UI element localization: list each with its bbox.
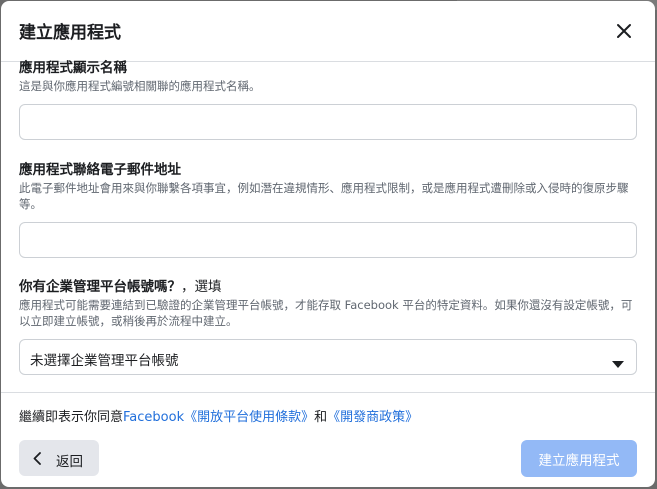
contact-email-section: 應用程式聯絡電子郵件地址 此電子郵件地址會用來與你聯繫各項事宜，例如潛在違規情形… [19, 161, 637, 258]
dialog-title: 建立應用程式 [19, 23, 121, 43]
display-name-label: 應用程式顯示名稱 [19, 60, 127, 76]
back-button[interactable]: 返回 [19, 440, 99, 476]
footer-divider [1, 392, 655, 393]
contact-email-input[interactable] [20, 223, 636, 257]
business-account-section: 你有企業管理平台帳號嗎？，選填 應用程式可能需要連結到已驗證的企業管理平台帳號，… [19, 278, 637, 375]
business-account-selected: 未選擇企業管理平台帳號 [30, 353, 179, 369]
terms-and: 和 [314, 410, 328, 425]
platform-terms-link[interactable]: Facebook《開放平台使用條款》 [123, 410, 314, 425]
business-account-select[interactable]: 未選擇企業管理平台帳號 [19, 339, 637, 375]
back-button-label: 返回 [56, 454, 83, 470]
terms-text: 繼續即表示你同意Facebook《開放平台使用條款》和《開發商政策》 [19, 406, 418, 425]
chevron-left-icon [33, 452, 41, 469]
optional-tag: ，選填 [181, 279, 222, 295]
business-account-question: 你有企業管理平台帳號嗎？ [19, 279, 181, 295]
contact-email-field[interactable] [19, 222, 637, 258]
create-app-button[interactable]: 建立應用程式 [521, 440, 637, 477]
display-name-input[interactable] [20, 105, 636, 139]
business-account-help: 應用程式可能需要連結到已驗證的企業管理平台帳號，才能存取 Facebook 平台… [19, 298, 633, 328]
create-app-dialog: 建立應用程式 應用程式顯示名稱 這是與你應用程式編號相關聯的應用程式名稱。 應用… [1, 1, 655, 487]
business-account-label: 你有企業管理平台帳號嗎？，選填 [19, 278, 637, 296]
caret-down-icon [612, 354, 624, 373]
form-content: 應用程式顯示名稱 這是與你應用程式編號相關聯的應用程式名稱。 應用程式聯絡電子郵… [19, 59, 637, 375]
dialog-header: 建立應用程式 [1, 1, 655, 62]
display-name-help: 這是與你應用程式編號相關聯的應用程式名稱。 [19, 79, 261, 93]
developer-policy-link[interactable]: 《開發商政策》 [327, 410, 418, 425]
contact-email-help: 此電子郵件地址會用來與你聯繫各項事宜，例如潛在違規情形、應用程式限制，或是應用程… [19, 181, 629, 211]
display-name-section: 應用程式顯示名稱 這是與你應用程式編號相關聯的應用程式名稱。 [19, 59, 637, 140]
terms-prefix: 繼續即表示你同意 [19, 410, 124, 425]
display-name-field[interactable] [19, 104, 637, 140]
contact-email-label: 應用程式聯絡電子郵件地址 [19, 162, 181, 178]
close-icon[interactable] [613, 20, 635, 42]
